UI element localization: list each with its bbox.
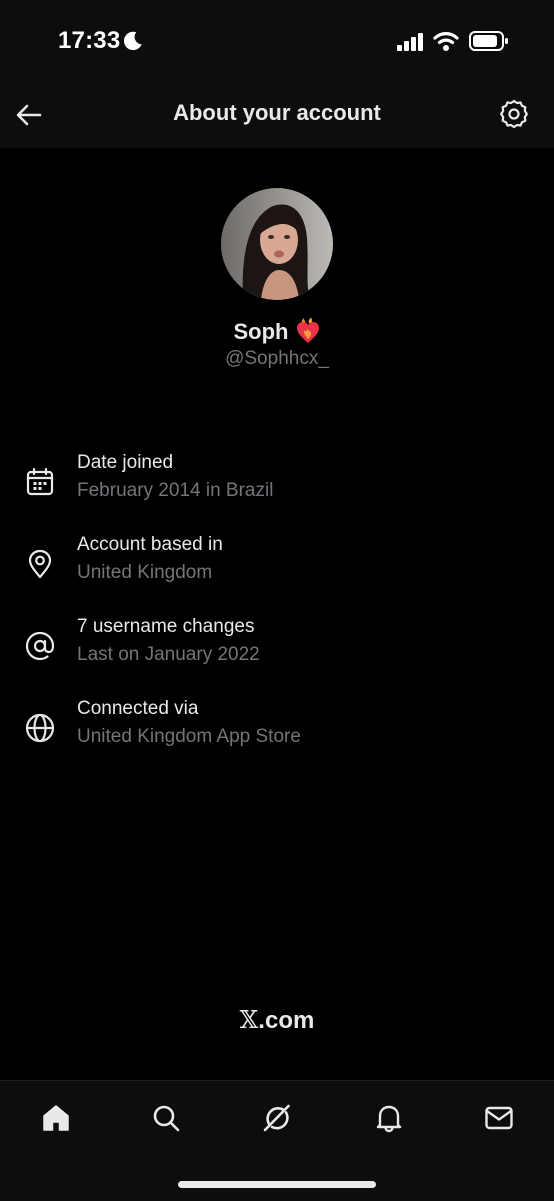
location-pin-icon	[24, 548, 56, 580]
top-nav-bar: About your account	[0, 80, 554, 148]
notifications-bell-icon	[376, 1105, 402, 1133]
profile-avatar[interactable]	[221, 188, 333, 300]
globe-icon	[24, 712, 56, 744]
display-name: Soph	[233, 319, 289, 344]
search-icon	[153, 1105, 180, 1132]
heart-on-fire-icon	[295, 318, 321, 350]
messages-envelope-icon	[485, 1106, 513, 1130]
username-handle: @Sophhcx_	[225, 348, 329, 369]
tab-messages[interactable]	[477, 1097, 521, 1141]
calendar-icon	[24, 466, 56, 498]
x-com-suffix: .com	[258, 1007, 315, 1034]
tab-grok[interactable]	[255, 1097, 299, 1141]
info-title: Connected via	[77, 698, 199, 719]
x-logo: 𝕏	[239, 1006, 259, 1034]
settings-button[interactable]	[498, 98, 530, 130]
x-com-link[interactable]: 𝕏.com	[0, 1006, 554, 1035]
info-subtitle: United Kingdom App Store	[77, 726, 301, 747]
info-subtitle: Last on January 2022	[77, 644, 260, 665]
info-subtitle: February 2014 in Brazil	[77, 480, 274, 501]
tab-search[interactable]	[144, 1097, 188, 1141]
info-title: Account based in	[77, 534, 223, 555]
info-username-changes: 7 username changes Last on January 2022	[0, 616, 554, 680]
info-title: Date joined	[77, 452, 174, 473]
wifi-icon	[433, 30, 459, 57]
battery-icon	[469, 31, 509, 56]
home-icon	[43, 1105, 69, 1131]
gear-icon	[500, 99, 528, 129]
info-subtitle: United Kingdom	[77, 562, 213, 583]
info-title: 7 username changes	[77, 616, 255, 637]
info-connected-via: Connected via United Kingdom App Store	[0, 698, 554, 762]
info-account-based-in: Account based in United Kingdom	[0, 534, 554, 598]
tab-notifications[interactable]	[367, 1097, 411, 1141]
moon-icon	[122, 30, 144, 57]
status-bar: 17:33	[0, 0, 554, 80]
home-indicator[interactable]	[178, 1181, 376, 1188]
status-time: 17:33	[58, 27, 121, 54]
cellular-signal-icon	[397, 33, 425, 56]
at-sign-icon	[24, 630, 56, 662]
info-date-joined: Date joined February 2014 in Brazil	[0, 452, 554, 516]
display-name-row: Soph	[0, 318, 554, 350]
page-title: About your account	[173, 100, 381, 125]
grok-icon	[263, 1104, 290, 1132]
tab-home[interactable]	[34, 1097, 78, 1141]
